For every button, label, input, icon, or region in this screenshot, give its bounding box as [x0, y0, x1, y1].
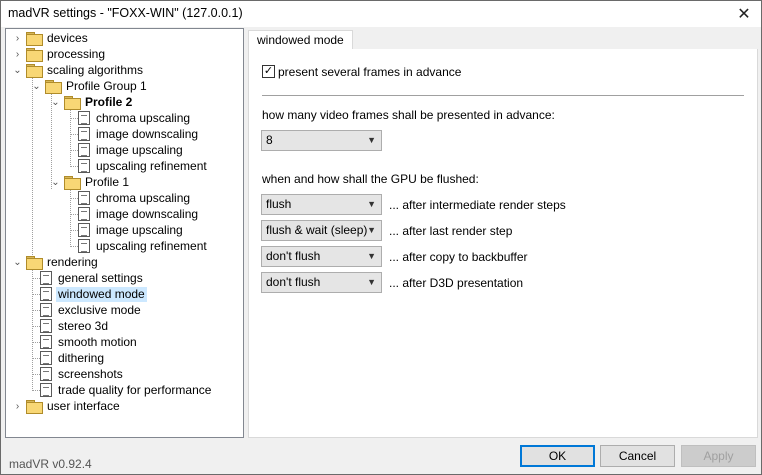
folder-icon — [26, 32, 43, 46]
document-icon — [78, 223, 90, 237]
tree-item-rendering[interactable]: ⌄ rendering — [10, 254, 100, 270]
document-icon — [40, 287, 52, 301]
apply-button[interactable]: Apply — [681, 445, 756, 467]
tree-item-user-interface[interactable]: › user interface — [10, 398, 122, 414]
flush-intermediate-label: ... after intermediate render steps — [389, 198, 566, 212]
folder-icon — [64, 96, 81, 110]
close-icon[interactable]: ✕ — [727, 1, 761, 27]
flush-question: when and how shall the GPU be flushed: — [262, 172, 479, 186]
chevron-right-icon[interactable]: › — [13, 402, 22, 412]
tree-item-smooth-motion[interactable]: smooth motion — [32, 334, 139, 350]
settings-window: madVR settings - "FOXX-WIN" (127.0.0.1) … — [0, 0, 762, 475]
chevron-down-icon: ▼ — [367, 277, 376, 287]
folder-icon — [26, 64, 43, 78]
chevron-right-icon[interactable]: › — [13, 50, 22, 60]
title-bar: madVR settings - "FOXX-WIN" (127.0.0.1) … — [1, 1, 761, 27]
tree-item-p1-chroma-upscaling[interactable]: chroma upscaling — [70, 190, 192, 206]
tree-item-profile-1[interactable]: ⌄ Profile 1 — [48, 174, 131, 190]
chevron-right-icon[interactable]: › — [13, 34, 22, 44]
frames-select[interactable]: 8 ▼ — [261, 130, 382, 151]
document-icon — [40, 303, 52, 317]
document-icon — [78, 191, 90, 205]
document-icon — [40, 383, 52, 397]
document-icon — [78, 111, 90, 125]
tree-item-p1-image-downscaling[interactable]: image downscaling — [70, 206, 200, 222]
document-icon — [78, 143, 90, 157]
flush-backbuffer-select[interactable]: don't flush ▼ — [261, 246, 382, 267]
tree-item-dithering[interactable]: dithering — [32, 350, 106, 366]
cancel-button[interactable]: Cancel — [600, 445, 675, 467]
tree-item-profile-group-1[interactable]: ⌄ Profile Group 1 — [29, 78, 149, 94]
folder-icon — [26, 400, 43, 414]
document-icon — [40, 367, 52, 381]
tree-item-devices[interactable]: › devices — [10, 30, 90, 46]
window-title: madVR settings - "FOXX-WIN" (127.0.0.1) — [8, 6, 243, 20]
tree-item-general-settings[interactable]: general settings — [32, 270, 145, 286]
settings-tree[interactable]: › devices › processing ⌄ scaling algorit… — [5, 28, 244, 438]
folder-icon — [26, 48, 43, 62]
chevron-down-icon[interactable]: ⌄ — [51, 178, 60, 188]
flush-intermediate-select[interactable]: flush ▼ — [261, 194, 382, 215]
tree-item-p2-upscaling-refinement[interactable]: upscaling refinement — [70, 158, 209, 174]
chevron-down-icon[interactable]: ⌄ — [51, 98, 60, 108]
tree-item-p1-image-upscaling[interactable]: image upscaling — [70, 222, 185, 238]
version-label: madVR v0.92.4 — [9, 457, 92, 471]
chevron-down-icon[interactable]: ⌄ — [13, 258, 22, 268]
document-icon — [78, 239, 90, 253]
tree-item-p2-chroma-upscaling[interactable]: chroma upscaling — [70, 110, 192, 126]
flush-d3d-select[interactable]: don't flush ▼ — [261, 272, 382, 293]
present-frames-label[interactable]: present several frames in advance — [278, 65, 461, 79]
flush-last-step-label: ... after last render step — [389, 224, 513, 238]
tree-item-screenshots[interactable]: screenshots — [32, 366, 125, 382]
chevron-down-icon[interactable]: ⌄ — [13, 66, 22, 76]
ok-button[interactable]: OK — [520, 445, 595, 467]
document-icon — [78, 127, 90, 141]
chevron-down-icon: ▼ — [367, 225, 376, 235]
document-icon — [78, 159, 90, 173]
folder-icon — [64, 176, 81, 190]
document-icon — [40, 319, 52, 333]
frames-question: how many video frames shall be presented… — [262, 108, 555, 122]
tree-item-p2-image-upscaling[interactable]: image upscaling — [70, 142, 185, 158]
chevron-down-icon: ▼ — [367, 251, 376, 261]
document-icon — [78, 207, 90, 221]
document-icon — [40, 335, 52, 349]
chevron-down-icon[interactable]: ⌄ — [32, 82, 41, 92]
chevron-down-icon: ▼ — [367, 135, 376, 145]
tab-strip: windowed mode — [248, 30, 758, 50]
separator — [262, 95, 744, 96]
tree-item-p2-image-downscaling[interactable]: image downscaling — [70, 126, 200, 142]
flush-last-step-select[interactable]: flush & wait (sleep) ▼ — [261, 220, 382, 241]
document-icon — [40, 351, 52, 365]
folder-icon — [26, 256, 43, 270]
tree-item-scaling-algorithms[interactable]: ⌄ scaling algorithms — [10, 62, 145, 78]
chevron-down-icon: ▼ — [367, 199, 376, 209]
tree-item-p1-upscaling-refinement[interactable]: upscaling refinement — [70, 238, 209, 254]
tree-item-windowed-mode[interactable]: windowed mode — [32, 286, 147, 302]
tree-item-exclusive-mode[interactable]: exclusive mode — [32, 302, 143, 318]
flush-d3d-label: ... after D3D presentation — [389, 276, 524, 290]
tree-item-stereo-3d[interactable]: stereo 3d — [32, 318, 110, 334]
tree-item-profile-2[interactable]: ⌄ Profile 2 — [48, 94, 134, 110]
present-frames-checkbox[interactable]: ✓ — [262, 65, 275, 78]
settings-panel: ✓ present several frames in advance how … — [248, 49, 758, 438]
folder-icon — [45, 80, 62, 94]
tab-windowed-mode[interactable]: windowed mode — [248, 30, 353, 50]
tree-item-trade-quality[interactable]: trade quality for performance — [32, 382, 213, 398]
flush-backbuffer-label: ... after copy to backbuffer — [389, 250, 528, 264]
document-icon — [40, 271, 52, 285]
tree-item-processing[interactable]: › processing — [10, 46, 107, 62]
